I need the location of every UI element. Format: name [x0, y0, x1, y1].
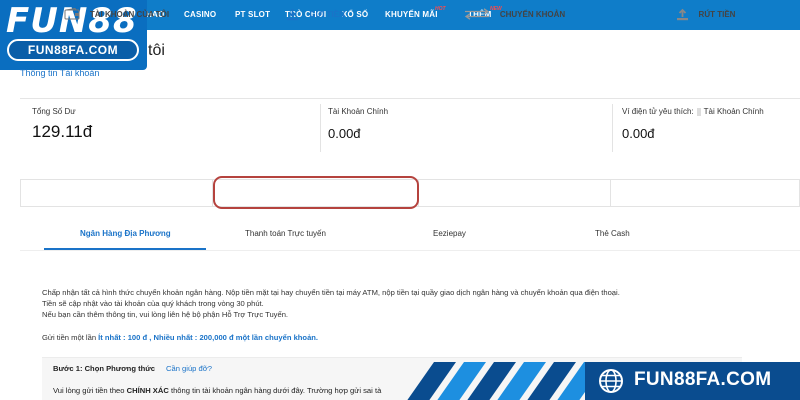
favorite-wallet-label: Ví điện tử yêu thích:: [622, 107, 694, 116]
step-title: Bước 1: Chọn Phương thức: [53, 364, 155, 373]
favorite-wallet-name[interactable]: Tài Khoản Chính: [704, 107, 764, 116]
main-account-value: 0.00đ: [328, 126, 361, 141]
transfer-arrows-icon: [464, 8, 490, 20]
step-note-bold: CHÍNH XÁC: [126, 386, 169, 395]
download-icon: [286, 8, 299, 21]
subtab-cash-card[interactable]: Thẻ Cash: [595, 229, 630, 238]
main-account-balance: Tài Khoản Chính 0.00đ: [328, 107, 388, 141]
divider: [320, 104, 321, 152]
wallet-icon: [64, 8, 80, 20]
deposit-limits: Gửi tiền một lần Ít nhất : 100 đ , Nhiều…: [42, 333, 318, 342]
main-account-label: Tài Khoản Chính: [328, 107, 389, 116]
tab-my-account[interactable]: TÀI KHOẢN CỦA TÔI: [21, 0, 212, 28]
upload-icon: [676, 8, 689, 21]
globe-icon: [598, 368, 624, 399]
watermark-text: FUN88FA.COM: [634, 369, 772, 390]
balances-panel: Tổng Số Dư 129.11đ Tài Khoản Chính 0.00đ…: [20, 98, 800, 160]
limits-min: Ít nhất : 100 đ ,: [98, 333, 152, 342]
logo-domain: FUN88FA.COM: [7, 39, 139, 61]
tab-deposit[interactable]: GỬI TIỀN: [213, 0, 418, 28]
step-note-rest: thông tin tài khoản ngân hàng dưới đây. …: [170, 386, 382, 395]
tab-withdraw[interactable]: RÚT TIỀN: [611, 0, 800, 28]
subtab-local-bank[interactable]: Ngân Hàng Địa Phương: [80, 229, 171, 238]
favorite-wallet-balance: Ví điện tử yêu thích: Tài Khoản Chính 0.0…: [622, 107, 764, 141]
subtab-online-payment[interactable]: Thanh toán Trực tuyến: [245, 229, 326, 238]
breadcrumb[interactable]: Thông tin Tài khoản: [20, 68, 99, 78]
watermark-stripes: [400, 362, 600, 400]
deposit-highlight-annotation: [213, 176, 419, 209]
total-balance-value: 129.11đ: [32, 122, 93, 141]
divider: [20, 250, 800, 251]
tab-my-account-label: TÀI KHOẢN CỦA TÔI: [89, 9, 170, 19]
step-note-prefix: Vui lòng gửi tiền theo: [53, 386, 125, 395]
tab-withdraw-label: RÚT TIỀN: [698, 9, 736, 19]
tab-transfer-label: CHUYỂN KHOẢN: [499, 9, 566, 19]
limits-prefix: Gửi tiền một lần: [42, 333, 97, 342]
total-balance: Tổng Số Dư 129.11đ: [32, 107, 92, 142]
tab-transfer[interactable]: CHUYỂN KHOẢN: [419, 0, 610, 28]
active-subtab-indicator: [44, 248, 206, 250]
info-line: Tiền sẽ cập nhật vào tài khoản của quý k…: [42, 299, 264, 308]
help-link[interactable]: Cần giúp đỡ?: [166, 364, 212, 373]
info-line: Chấp nhận tất cả hình thức chuyển khoản …: [42, 288, 620, 297]
wallet-selector-icon[interactable]: [696, 107, 701, 116]
subtab-eeziepay[interactable]: Eeziepay: [433, 229, 466, 238]
info-line: Nếu bạn cần thêm thông tin, vui lòng liê…: [42, 310, 289, 319]
divider: [610, 180, 611, 206]
favorite-wallet-value: 0.00đ: [622, 126, 655, 141]
total-balance-label: Tổng Số Dư: [32, 107, 76, 116]
limits-max: Nhiều nhất : 200,000 đ một lần chuyển kh…: [153, 333, 319, 342]
deposit-info: Chấp nhận tất cả hình thức chuyển khoản …: [42, 287, 742, 320]
tab-deposit-label: GỬI TIỀN: [309, 9, 345, 19]
step-note: Vui lòng gửi tiền theo CHÍNH XÁC thông t…: [53, 386, 381, 395]
page-title: tôi: [148, 42, 165, 59]
divider: [612, 104, 613, 152]
